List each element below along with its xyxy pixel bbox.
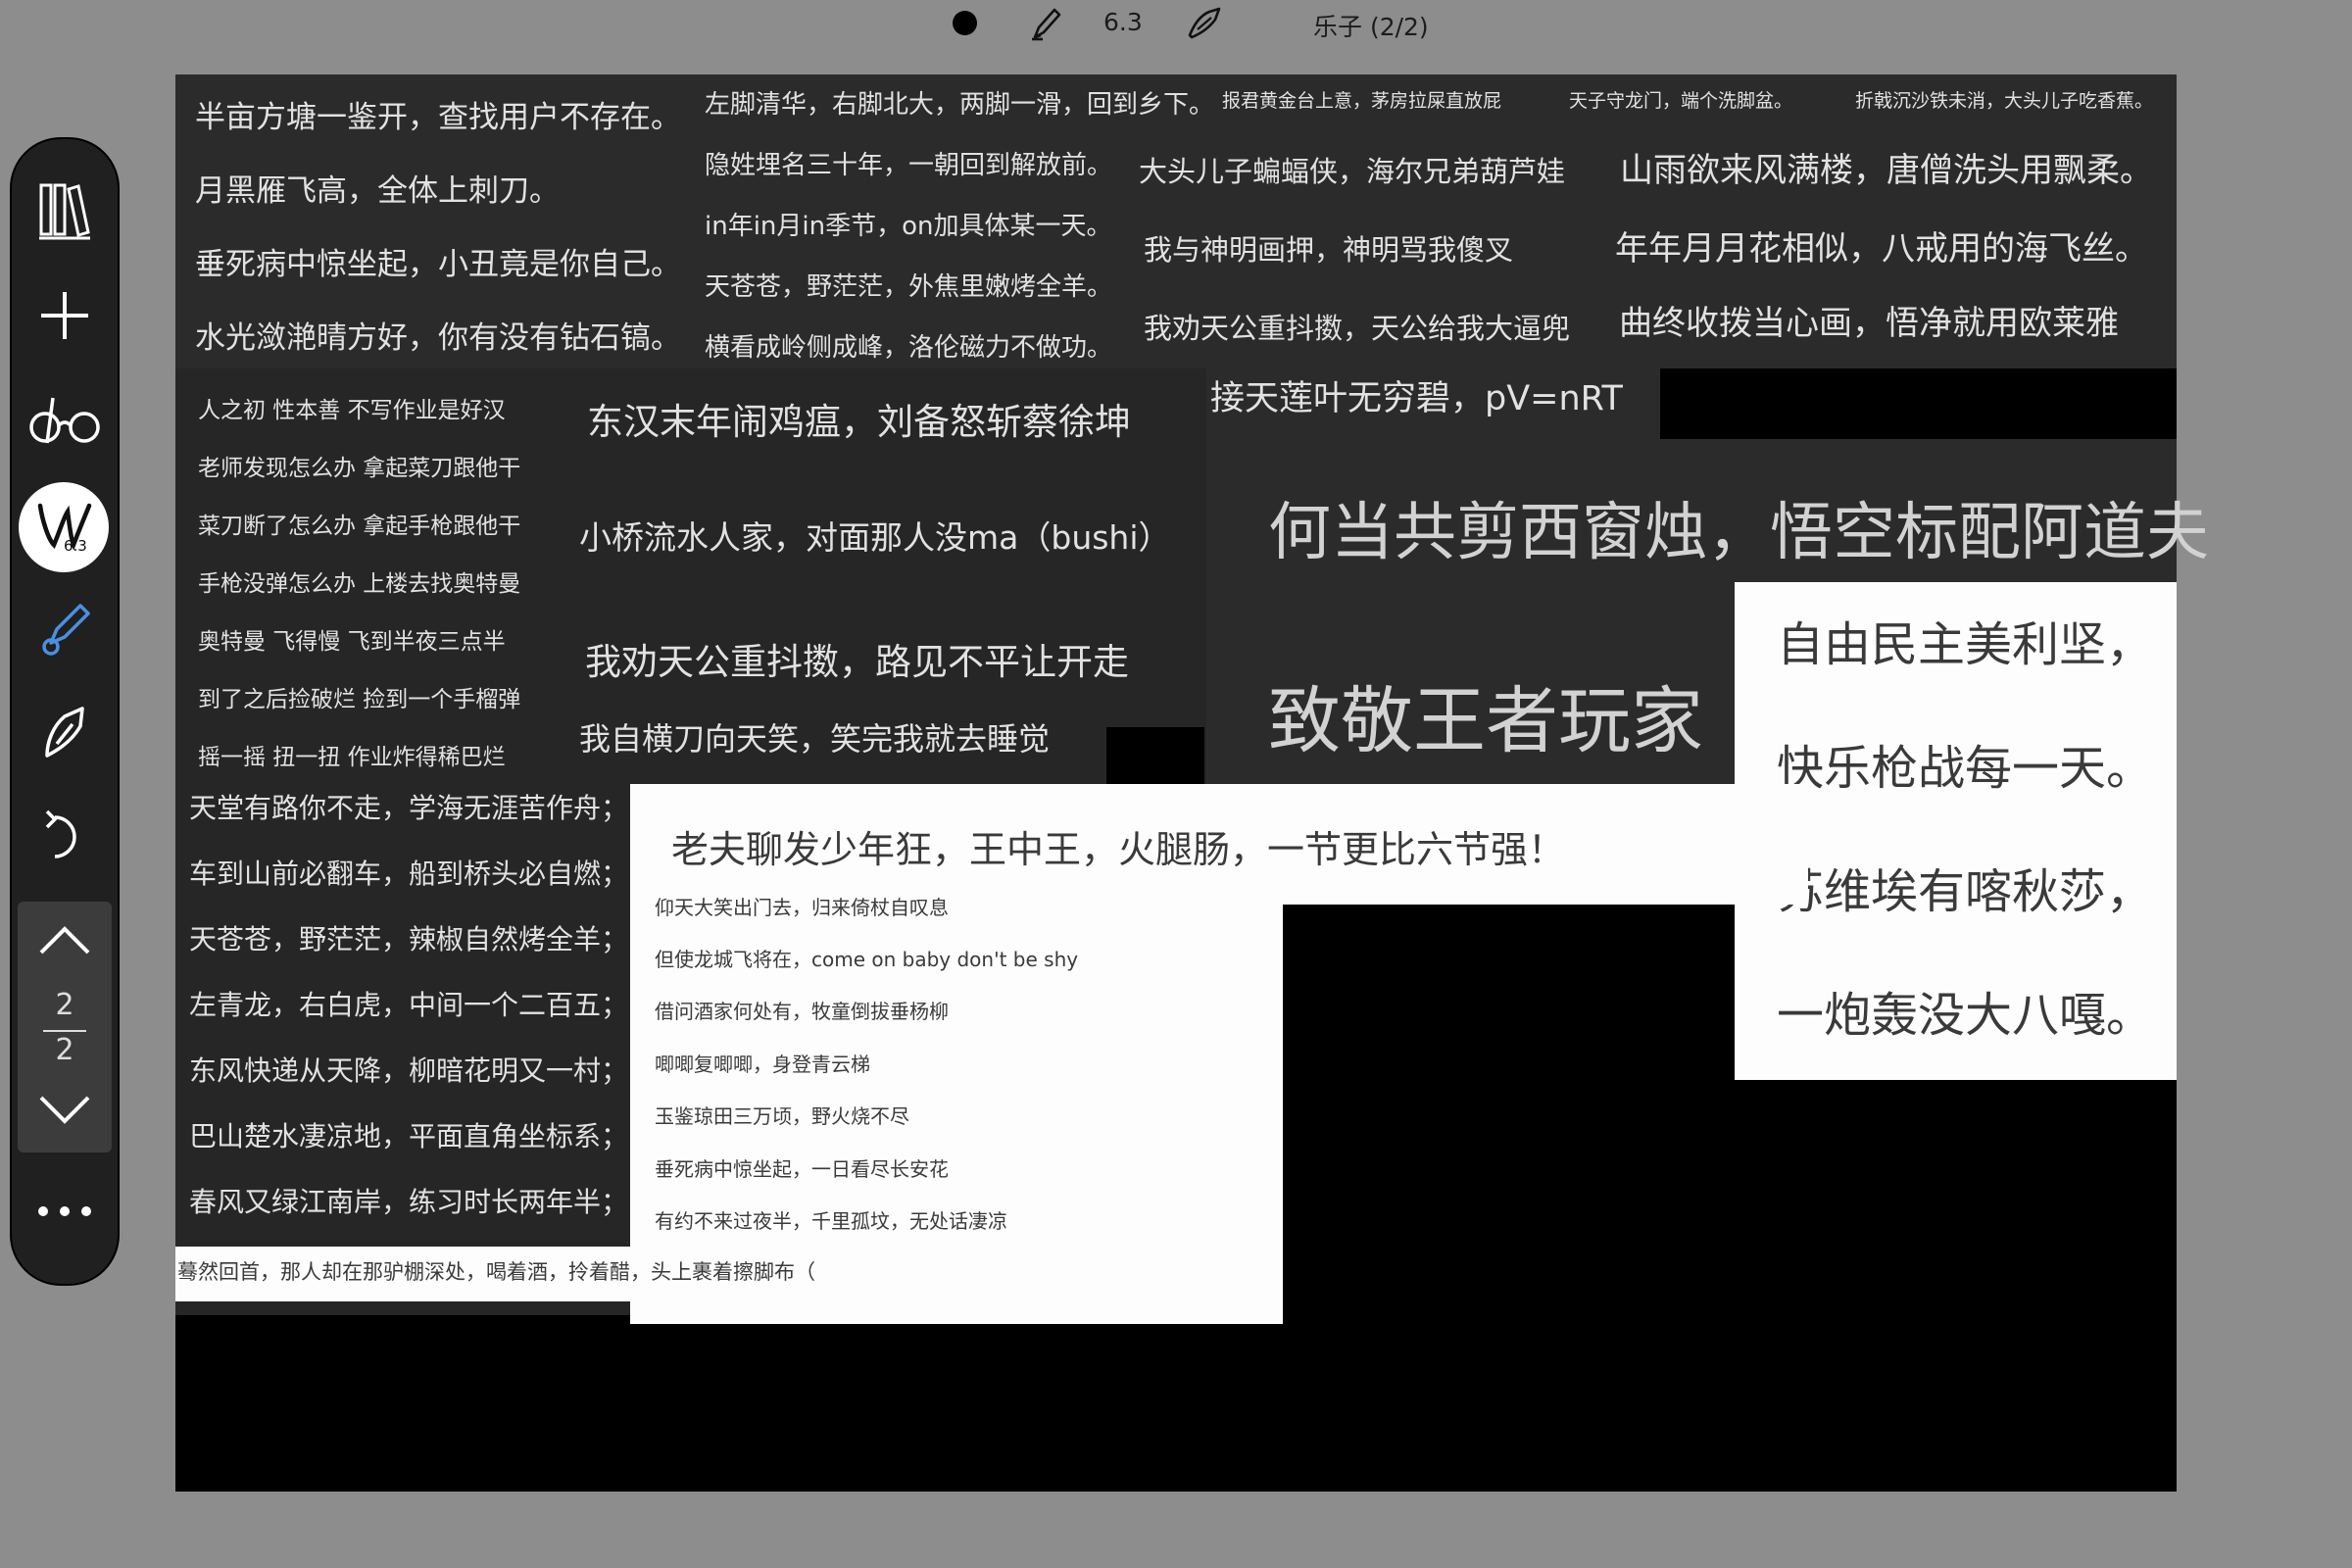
add-icon[interactable] xyxy=(25,276,104,355)
page-up-icon[interactable] xyxy=(37,923,92,956)
text-line: 致敬王者玩家 xyxy=(1268,679,1703,763)
text-line: 接天莲叶无穷碧，pV=nRT xyxy=(1210,379,1623,418)
left-sidebar: 6.3 2 2 xyxy=(10,137,120,1286)
text-line: 借问酒家何处有，牧童倒拔垂杨柳 xyxy=(655,1000,949,1023)
text-line: 东风快递从天降，柳暗花明又一村； xyxy=(189,1054,629,1087)
text-line: 小桥流水人家，对面那人没ma（bushi） xyxy=(579,518,1171,557)
text-line: 月黑雁飞高，全体上刺刀。 xyxy=(195,173,560,209)
badge-value: 6.3 xyxy=(64,537,87,555)
text-line: 东汉末年闹鸡瘟，刘备怒斩蔡徐坤 xyxy=(587,401,1131,443)
page-down-icon[interactable] xyxy=(37,1094,92,1127)
pen-preset-badge[interactable]: 6.3 xyxy=(19,482,109,572)
text-line: 春风又绿江南岸，练习时长两年半； xyxy=(189,1186,629,1218)
text-line: 我自横刀向天笑，笑完我就去睡觉 xyxy=(579,720,1051,758)
text-line: 天子守龙门，端个洗脚盆。 xyxy=(1569,90,1793,112)
text-line: 山雨欲来风满楼，唐僧洗头用飘柔。 xyxy=(1620,151,2153,190)
text-line: 有约不来过夜半，千里孤坟，无处话凄凉 xyxy=(655,1209,1007,1233)
text-line: 年年月月花相似，八戒用的海飞丝。 xyxy=(1615,229,2148,269)
text-line: 垂死病中惊坐起，一日看尽长安花 xyxy=(655,1157,949,1181)
text-line: 隐姓埋名三十年，一朝回到解放前。 xyxy=(705,151,1113,180)
text-line: 何当共剪西窗烛，悟空标配阿道夫 xyxy=(1268,497,2209,569)
text-line: 一炮轰没大八嘎。 xyxy=(1777,988,2154,1043)
black-patch xyxy=(1660,368,2177,439)
text-line: 天苍苍，野茫茫，外焦里嫩烤全羊。 xyxy=(705,272,1113,302)
page-title: 乐子 (2/2) xyxy=(1313,13,1429,41)
text-line: 到了之后捡破烂 捡到一个手榴弹 xyxy=(198,687,521,712)
text-line: 左脚清华，右脚北大，两脚一滑，回到乡下。 xyxy=(705,90,1215,120)
text-line: in年in月in季节，on加具体某一天。 xyxy=(705,212,1112,241)
page-divider xyxy=(43,1030,86,1032)
text-line: 左青龙，右白虎，中间一个二百五； xyxy=(189,989,629,1021)
text-line: 自由民主美利坚， xyxy=(1777,617,2154,672)
text-line: 摇一摇 扭一扭 作业炸得稀巴烂 xyxy=(198,745,506,770)
text-line: 蓦然回首，那人却在那驴棚深处，喝着酒，拎着醋，头上裹着擦脚布（ xyxy=(177,1260,815,1284)
page-current: 2 xyxy=(55,988,74,1022)
page-navigator: 2 2 xyxy=(18,902,112,1152)
text-line: 天苍苍，野茫茫，辣椒自然烤全羊； xyxy=(189,923,629,956)
page-total: 2 xyxy=(55,1033,74,1067)
text-line: 手枪没弹怎么办 上楼去找奥特曼 xyxy=(198,571,521,597)
text-line: 垂死病中惊坐起，小丑竟是你自己。 xyxy=(195,247,681,282)
pen-tool-icon[interactable] xyxy=(1029,6,1062,41)
glasses-icon[interactable] xyxy=(25,382,104,461)
text-line: 但使龙城飞将在，come on baby don't be shy xyxy=(655,948,1079,971)
text-line: 车到山前必翻车，船到桥头必自燃； xyxy=(189,858,629,890)
text-line: 报君黄金台上意，茅房拉屎直放屁 xyxy=(1222,90,1502,112)
text-line: 唧唧复唧唧，身登青云梯 xyxy=(655,1053,870,1076)
text-line: 菜刀断了怎么办 拿起手枪跟他干 xyxy=(198,514,521,539)
text-line: 天堂有路你不走，学海无涯苦作舟； xyxy=(189,792,629,824)
fountain-pen-icon[interactable] xyxy=(25,693,104,771)
library-icon[interactable] xyxy=(25,171,104,249)
text-line: 我劝天公重抖擞，路见不平让开走 xyxy=(585,641,1129,683)
text-line: 奥特曼 飞得慢 飞到半夜三点半 xyxy=(198,629,506,655)
more-icon[interactable] xyxy=(25,1172,104,1250)
text-line: 苏维埃有喀秋莎， xyxy=(1777,864,2154,919)
text-line: 我劝天公重抖擞，天公给我大逼兜 xyxy=(1144,312,1571,345)
text-line: 仰天大笑出门去，归来倚杖自叹息 xyxy=(655,896,949,919)
text-line: 老夫聊发少年狂，王中王，火腿肠，一节更比六节强！ xyxy=(671,828,1566,871)
text-line: 巴山楚水凄凉地，平面直角坐标系； xyxy=(189,1120,629,1152)
text-line: 水光潋滟晴方好，你有没有钻石镐。 xyxy=(195,320,681,356)
text-line: 老师发现怎么办 拿起菜刀跟他干 xyxy=(198,456,521,481)
text-line: 我与神明画押，神明骂我傻叉 xyxy=(1144,233,1514,267)
pen-tool-icon[interactable] xyxy=(25,590,104,668)
text-line: 半亩方塘一鉴开，查找用户不存在。 xyxy=(195,100,681,135)
text-line: 横看成岭侧成峰，洛伦磁力不做功。 xyxy=(705,333,1113,363)
text-line: 折戟沉沙铁未消，大头儿子吃香蕉。 xyxy=(1855,90,2154,112)
pen-size-label: 6.3 xyxy=(1103,8,1143,36)
undo-icon[interactable] xyxy=(25,796,104,874)
text-line: 玉鉴琼田三万顷，野火烧不尽 xyxy=(655,1104,909,1128)
text-line: 大头儿子蝙蝠侠，海尔兄弟葫芦娃 xyxy=(1139,155,1566,188)
text-line: 曲终收拨当心画，悟净就用欧莱雅 xyxy=(1619,304,2119,343)
text-line: 人之初 性本善 不写作业是好汉 xyxy=(198,398,506,423)
color-dot-icon[interactable] xyxy=(953,11,977,35)
fountain-pen-icon[interactable] xyxy=(1186,6,1227,41)
note-canvas[interactable]: 半亩方塘一鉴开，查找用户不存在。 月黑雁飞高，全体上刺刀。 垂死病中惊坐起，小丑… xyxy=(175,74,2209,1492)
text-line: 快乐枪战每一天。 xyxy=(1777,741,2154,796)
top-toolbar: 6.3 乐子 (2/2) xyxy=(0,0,2352,47)
